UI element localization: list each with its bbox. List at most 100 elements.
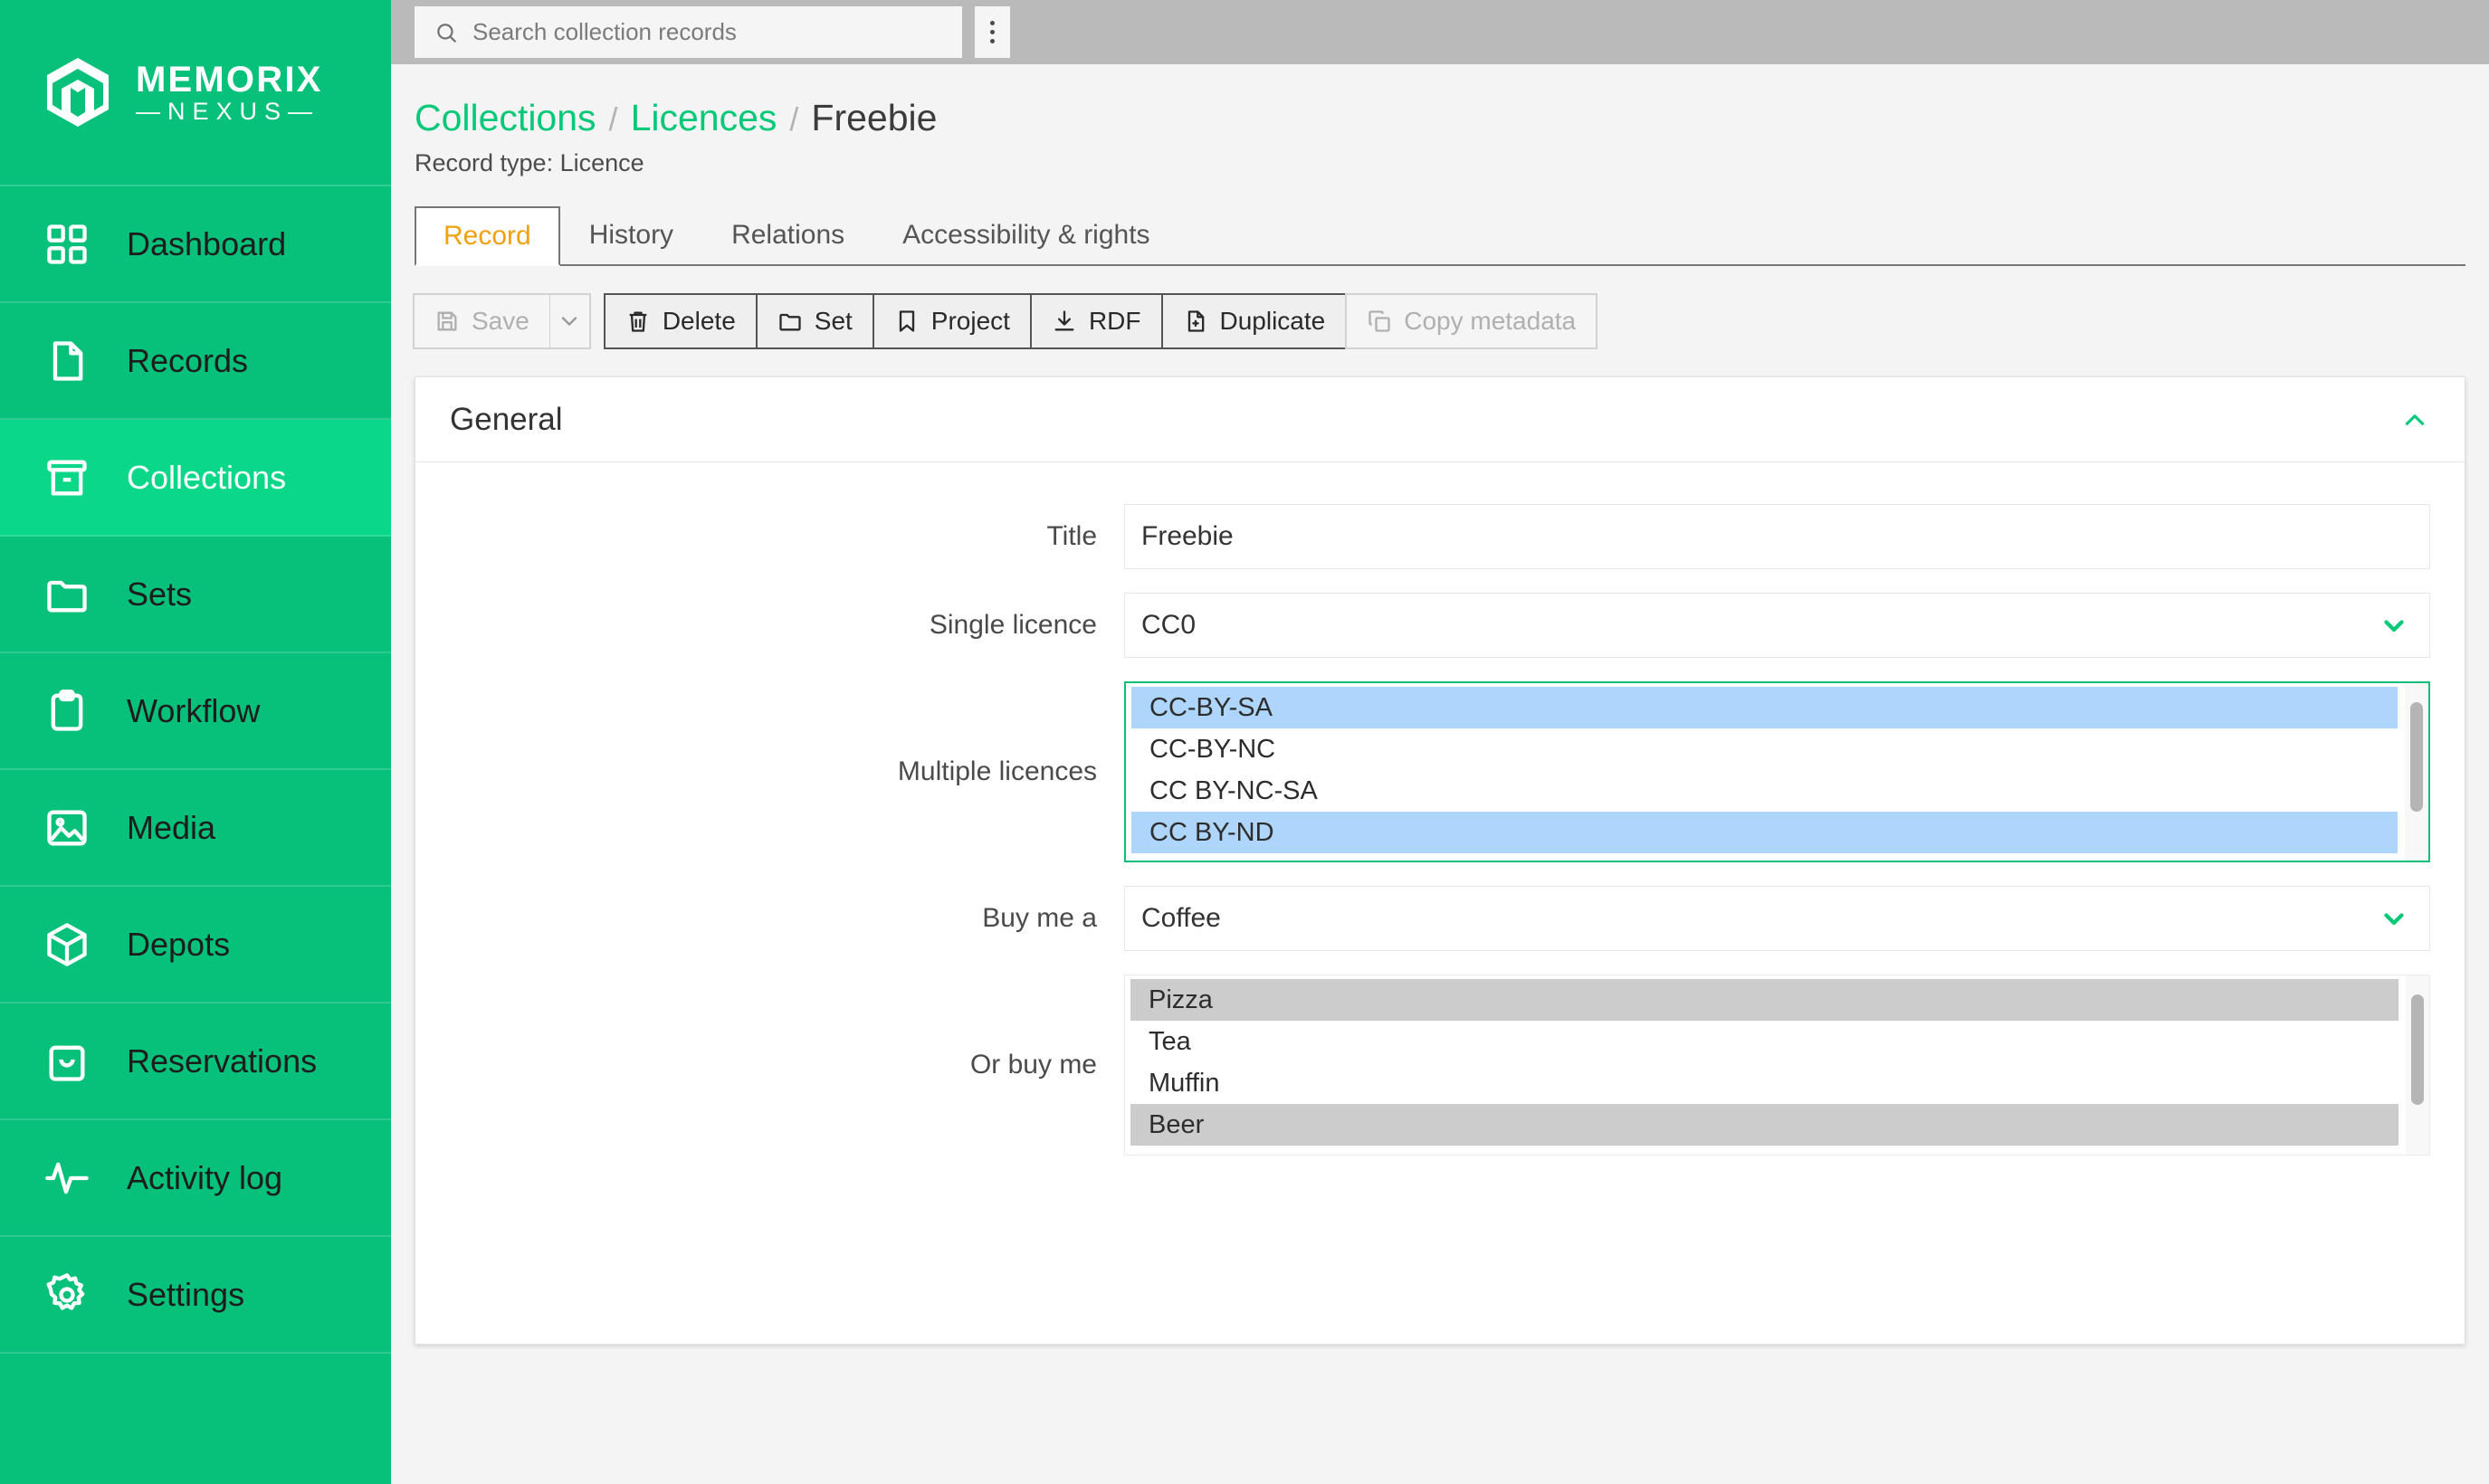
duplicate-button-label: Duplicate — [1219, 307, 1326, 335]
tab-history[interactable]: History — [560, 205, 702, 264]
sidebar-item-activity-log[interactable]: Activity log — [0, 1120, 391, 1237]
sidebar-item-label: Sets — [127, 575, 193, 613]
sidebar-item-workflow[interactable]: Workflow — [0, 653, 391, 770]
sidebar-item-sets[interactable]: Sets — [0, 537, 391, 653]
or-buy-me-scrollbar[interactable] — [2406, 975, 2429, 1155]
sidebar-item-label: Dashboard — [127, 224, 287, 262]
tab-relations[interactable]: Relations — [702, 205, 873, 264]
tab-record[interactable]: Record — [415, 206, 560, 266]
or-buy-me-options: Pizza Tea Muffin Beer — [1125, 975, 2406, 1155]
list-item[interactable]: Muffin — [1130, 1062, 2398, 1104]
breadcrumb-item-current: Freebie — [811, 97, 938, 138]
multiple-licences-options: CC-BY-SA CC-BY-NC CC BY-NC-SA CC BY-ND — [1126, 683, 2405, 861]
search-box[interactable] — [415, 6, 962, 58]
set-button[interactable]: Set — [755, 293, 874, 349]
sidebar-item-collections[interactable]: Collections — [0, 420, 391, 537]
save-dropdown-caret[interactable] — [548, 293, 591, 349]
chevron-down-icon — [2379, 610, 2409, 641]
duplicate-button[interactable]: Duplicate — [1160, 293, 1348, 349]
copy-icon — [1367, 309, 1392, 334]
single-licence-select[interactable]: CC0 — [1124, 593, 2430, 658]
sidebar-item-media[interactable]: Media — [0, 770, 391, 887]
brand-logo-block[interactable]: MEMORIX —NEXUS— — [0, 0, 391, 186]
project-button[interactable]: Project — [872, 293, 1032, 349]
buy-me-a-selected-value: Coffee — [1141, 903, 1221, 933]
multiple-licences-label: Multiple licences — [897, 756, 1097, 786]
gear-icon — [43, 1271, 91, 1318]
save-button: Save — [413, 293, 549, 349]
rdf-button-label: RDF — [1088, 307, 1141, 335]
scrollbar-thumb[interactable] — [2411, 994, 2424, 1105]
search-input[interactable] — [472, 18, 942, 46]
sidebar-item-label: Collections — [127, 458, 287, 496]
grid-icon — [43, 221, 91, 268]
list-item[interactable]: CC BY-ND — [1131, 812, 2398, 853]
chevron-up-icon[interactable] — [2399, 404, 2430, 435]
brand-subtitle: —NEXUS— — [136, 97, 320, 125]
tab-bar: Record History Relations Accessibility &… — [415, 206, 2465, 266]
list-item[interactable]: Beer — [1130, 1104, 2398, 1146]
delete-button-label: Delete — [662, 307, 736, 335]
rdf-button[interactable]: RDF — [1029, 293, 1163, 349]
chevron-down-icon — [557, 309, 582, 334]
scrollbar-thumb[interactable] — [2410, 701, 2423, 812]
kebab-menu-icon[interactable] — [975, 6, 1010, 58]
list-item[interactable]: Pizza — [1130, 979, 2398, 1021]
or-buy-me-label: Or buy me — [969, 1050, 1097, 1080]
file-plus-icon — [1183, 309, 1208, 334]
record-type-label: Record type: Licence — [415, 149, 644, 176]
bookmark-icon — [894, 309, 920, 334]
sidebar-item-label: Depots — [127, 925, 231, 963]
or-buy-me-listbox[interactable]: Pizza Tea Muffin Beer — [1124, 975, 2430, 1156]
package-icon — [43, 921, 91, 968]
top-bar — [391, 0, 2489, 64]
sidebar-item-settings[interactable]: Settings — [0, 1237, 391, 1354]
tab-accessibility-rights[interactable]: Accessibility & rights — [873, 205, 1178, 264]
list-item[interactable]: Tea — [1130, 1021, 2398, 1062]
title-field-label: Title — [1046, 521, 1097, 551]
folder-icon — [777, 309, 803, 334]
list-item[interactable]: CC-BY-SA — [1131, 687, 2398, 728]
general-card: General Title Single licence CC0 — [415, 376, 2465, 1345]
sidebar-filler — [0, 1354, 391, 1484]
general-card-header[interactable]: General — [415, 377, 2465, 462]
file-icon — [43, 338, 91, 385]
buy-me-a-label: Buy me a — [982, 903, 1097, 933]
sidebar-item-label: Activity log — [127, 1158, 283, 1196]
list-item[interactable]: CC BY-NC-SA — [1131, 770, 2398, 812]
title-input[interactable] — [1124, 504, 2430, 569]
set-button-label: Set — [814, 307, 853, 335]
pulse-icon — [43, 1155, 91, 1202]
sidebar-item-dashboard[interactable]: Dashboard — [0, 186, 391, 303]
basket-icon — [43, 1038, 91, 1085]
image-icon — [43, 804, 91, 851]
breadcrumb: Collections / Licences / Freebie — [415, 64, 2465, 139]
sidebar-item-reservations[interactable]: Reservations — [0, 1004, 391, 1120]
title-field-control — [1124, 504, 2430, 569]
brand-name: MEMORIX — [136, 59, 323, 100]
copy-metadata-button-label: Copy metadata — [1404, 307, 1577, 335]
clipboard-icon — [43, 688, 91, 735]
multiple-licences-scrollbar[interactable] — [2405, 683, 2428, 861]
field-row-title: Title — [450, 504, 2430, 569]
list-item[interactable]: CC-BY-NC — [1131, 728, 2398, 770]
trash-icon — [625, 309, 651, 334]
delete-button[interactable]: Delete — [603, 293, 758, 349]
sidebar-item-records[interactable]: Records — [0, 303, 391, 420]
brand-text: MEMORIX —NEXUS— — [136, 59, 323, 125]
single-licence-selected-value: CC0 — [1141, 610, 1197, 640]
single-licence-control: CC0 — [1124, 593, 2430, 658]
multiple-licences-listbox[interactable]: CC-BY-SA CC-BY-NC CC BY-NC-SA CC BY-ND — [1124, 681, 2430, 862]
sidebar-nav: Dashboard Records Collections Sets Workf — [0, 186, 391, 1354]
action-toolbar: Save Delete Set Project RDF Duplicate Co… — [413, 293, 2465, 349]
sidebar-item-depots[interactable]: Depots — [0, 887, 391, 1004]
chevron-down-icon — [2379, 903, 2409, 934]
save-button-label: Save — [472, 307, 529, 335]
general-card-body: Title Single licence CC0 — [415, 462, 2465, 1156]
breadcrumb-separator: / — [608, 100, 618, 138]
breadcrumb-item-collections[interactable]: Collections — [415, 97, 596, 139]
field-row-or-buy-me: Or buy me Pizza Tea Muffin Beer — [450, 975, 2430, 1156]
breadcrumb-item-licences[interactable]: Licences — [631, 97, 777, 139]
save-disk-icon — [434, 309, 460, 334]
buy-me-a-select[interactable]: Coffee — [1124, 886, 2430, 951]
